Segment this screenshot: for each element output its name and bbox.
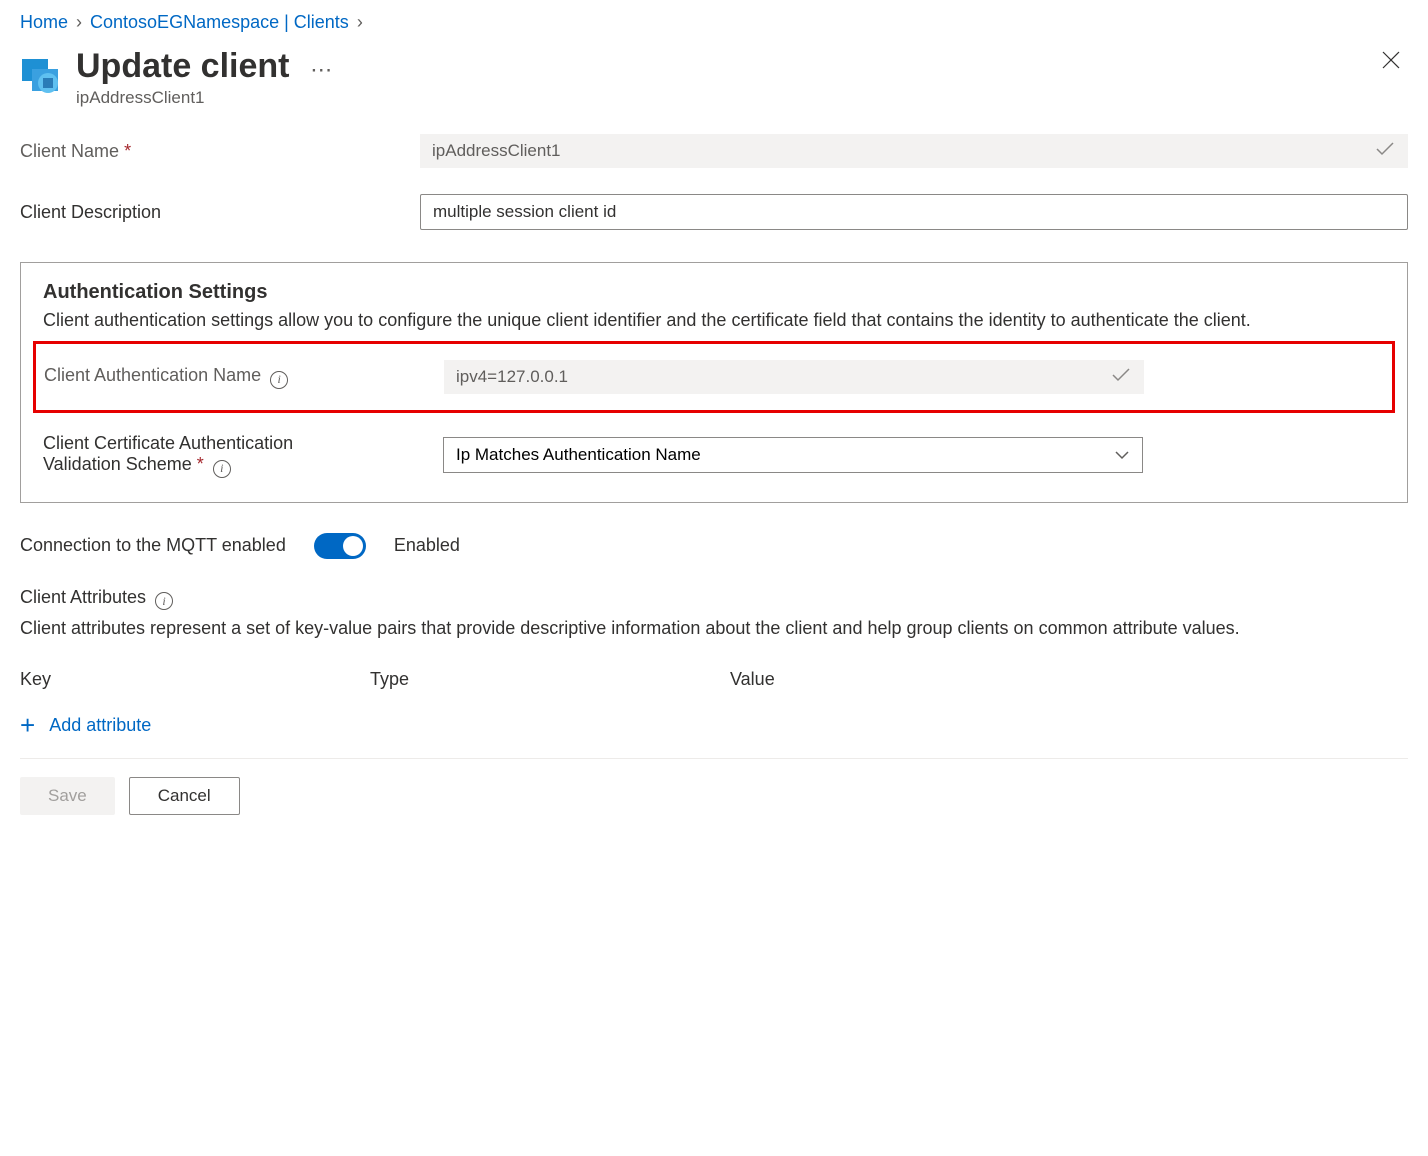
breadcrumb-namespace[interactable]: ContosoEGNamespace | Clients xyxy=(90,12,349,33)
auth-name-field: ipv4=127.0.0.1 xyxy=(444,360,1144,394)
validation-scheme-label-2: Validation Scheme xyxy=(43,454,192,474)
validation-scheme-row: Client Certificate Authentication Valida… xyxy=(43,433,1385,478)
close-icon[interactable] xyxy=(1374,47,1408,77)
plus-icon: + xyxy=(20,712,35,738)
client-description-row: Client Description xyxy=(20,194,1408,230)
validation-scheme-label-1: Client Certificate Authentication xyxy=(43,433,443,454)
attribute-table-header: Key Type Value xyxy=(20,669,1408,690)
auth-name-label: Client Authentication Name xyxy=(44,365,261,385)
add-attribute-label: Add attribute xyxy=(49,715,151,736)
mqtt-toggle-row: Connection to the MQTT enabled Enabled xyxy=(20,533,1408,559)
mqtt-toggle[interactable] xyxy=(314,533,366,559)
client-description-label: Client Description xyxy=(20,202,420,223)
mqtt-toggle-label: Connection to the MQTT enabled xyxy=(20,535,286,556)
auth-settings-description: Client authentication settings allow you… xyxy=(43,310,1385,331)
mqtt-toggle-status: Enabled xyxy=(394,535,460,556)
col-type: Type xyxy=(370,669,730,690)
breadcrumb-home[interactable]: Home xyxy=(20,12,68,33)
authentication-settings-group: Authentication Settings Client authentic… xyxy=(20,262,1408,503)
chevron-right-icon: › xyxy=(76,12,82,33)
cancel-button[interactable]: Cancel xyxy=(129,777,240,815)
client-name-field: ipAddressClient1 xyxy=(420,134,1408,168)
validation-scheme-select[interactable]: Ip Matches Authentication Name xyxy=(443,437,1143,473)
required-indicator: * xyxy=(124,141,131,161)
client-description-input[interactable] xyxy=(420,194,1408,230)
client-resource-icon xyxy=(20,53,62,95)
col-key: Key xyxy=(20,669,370,690)
footer-actions: Save Cancel xyxy=(20,758,1408,815)
breadcrumb: Home › ContosoEGNamespace | Clients › xyxy=(20,12,1408,33)
add-attribute-button[interactable]: + Add attribute xyxy=(20,712,1408,738)
page-header: Update client ⋯ ipAddressClient1 xyxy=(20,47,1408,108)
more-actions-button[interactable]: ⋯ xyxy=(310,57,334,82)
info-icon[interactable]: i xyxy=(270,371,288,389)
save-button: Save xyxy=(20,777,115,815)
client-name-label: Client Name xyxy=(20,141,119,161)
client-attributes-description: Client attributes represent a set of key… xyxy=(20,618,1408,639)
client-attributes-heading: Client Attributes i xyxy=(20,587,1408,611)
info-icon[interactable]: i xyxy=(155,592,173,610)
client-name-row: Client Name * ipAddressClient1 xyxy=(20,134,1408,168)
col-value: Value xyxy=(730,669,1408,690)
page-subtitle: ipAddressClient1 xyxy=(76,88,334,108)
auth-settings-heading: Authentication Settings xyxy=(43,281,1385,304)
info-icon[interactable]: i xyxy=(213,460,231,478)
highlighted-auth-name-row: Client Authentication Name i ipv4=127.0.… xyxy=(33,341,1395,413)
page-title: Update client xyxy=(76,47,289,86)
chevron-right-icon: › xyxy=(357,12,363,33)
required-indicator: * xyxy=(197,454,204,474)
